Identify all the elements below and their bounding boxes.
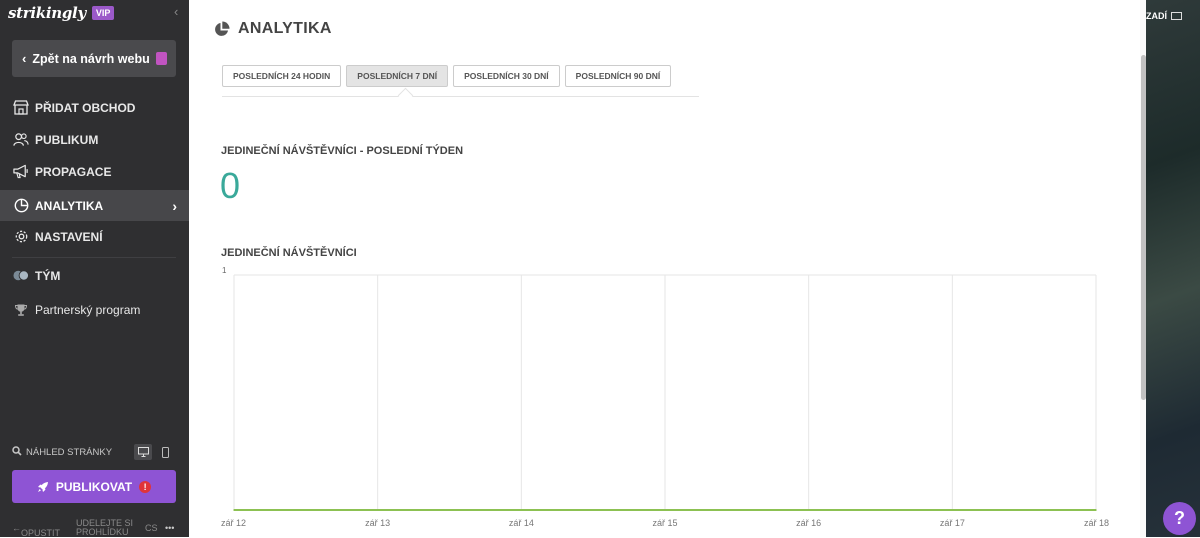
sidebar-item-promotion[interactable]: PROPAGACE [0, 156, 189, 187]
tab-last-24-hours[interactable]: POSLEDNÍCH 24 HODIN [222, 65, 342, 87]
weekly-visitors-label: JEDINEČNÍ NÁVŠTĚVNÍCI - POSLEDNÍ TÝDEN [221, 145, 464, 157]
rocket-icon [37, 481, 49, 493]
megaphone-icon [13, 164, 29, 180]
sidebar-item-add-store[interactable]: PŘIDAT OBCHOD [0, 92, 189, 123]
store-icon [13, 100, 29, 116]
pie-chart-icon [13, 198, 29, 214]
chart-title: JEDINEČNÍ NÁVŠTĚVNÍCI [221, 247, 357, 259]
x-tick-label: zář 13 [365, 518, 390, 528]
x-tick-label: zář 15 [652, 518, 677, 528]
image-icon [1171, 12, 1182, 20]
site-background-preview [1146, 0, 1200, 537]
publish-button[interactable]: PUBLIKOVAT ! [12, 470, 176, 503]
collapse-sidebar-icon[interactable]: ‹ [174, 4, 178, 19]
sidebar-item-label: TÝM [35, 268, 61, 283]
sidebar-item-label: PROPAGACE [35, 164, 112, 179]
page-title: ANALYTIKA [238, 20, 332, 37]
sidebar-item-label: NASTAVENÍ [35, 229, 103, 244]
chevron-left-icon: ‹ [22, 51, 27, 66]
logo[interactable]: strikingly [8, 4, 86, 22]
publish-label: PUBLIKOVAT [55, 479, 133, 494]
preview-label[interactable]: NÁHLED STRÁNKY [26, 447, 112, 458]
analytics-panel: ANALYTIKA POSLEDNÍCH 24 HODIN POSLEDNÍCH… [189, 0, 1146, 537]
mobile-preview-icon[interactable] [156, 444, 174, 460]
warning-badge-icon: ! [139, 480, 152, 493]
vip-badge: VIP [91, 6, 115, 20]
sidebar-item-label: PUBLIKUM [35, 132, 99, 147]
active-tab-caret [397, 87, 414, 104]
trophy-icon [13, 302, 29, 318]
gear-icon [13, 229, 29, 245]
chevron-right-icon: › [172, 197, 177, 214]
pie-chart-icon [213, 21, 230, 38]
page-badge-icon [155, 52, 167, 65]
language-switch[interactable]: CS [145, 523, 158, 533]
weekly-visitors-value: 0 [220, 165, 241, 206]
background-label: ZADÍ [1146, 11, 1167, 21]
tab-last-30-days[interactable]: POSLEDNÍCH 30 DNÍ [453, 65, 560, 87]
team-avatars-icon [13, 268, 29, 284]
sidebar: strikingly VIP ‹ ‹ Zpět na návrh webu PŘ… [0, 0, 189, 538]
exit-link[interactable]: ← OPUSTIT [12, 523, 60, 538]
page-header: ANALYTIKA [213, 20, 332, 38]
users-icon [13, 132, 29, 148]
tab-last-7-days[interactable]: POSLEDNÍCH 7 DNÍ [346, 65, 449, 87]
x-tick-label: zář 18 [1084, 518, 1109, 528]
visitors-line-chart: 1 zář 12 zář 13 zář 14 zář 15 zář 16 zář 17 zář… [221, 266, 1109, 528]
x-tick-label: zář 17 [940, 518, 965, 528]
tour-link[interactable]: UDĚLEJTE SI PROHLÍDKU [76, 519, 136, 536]
data-point [1095, 509, 1097, 511]
y-tick-label: 1 [222, 266, 227, 275]
more-menu-icon[interactable]: ••• [165, 523, 174, 533]
sidebar-item-team[interactable]: TÝM [0, 260, 189, 291]
sidebar-item-label: ANALYTIKA [35, 198, 104, 213]
desktop-preview-icon[interactable] [134, 444, 152, 460]
x-tick-label: zář 14 [509, 518, 534, 528]
page-preview-row: NÁHLED STRÁNKY [12, 444, 176, 460]
data-point [376, 509, 379, 511]
logo-row: strikingly VIP [8, 3, 115, 23]
help-button[interactable]: ? [1163, 502, 1196, 535]
sidebar-item-label: PŘIDAT OBCHOD [35, 100, 136, 115]
sidebar-item-audience[interactable]: PUBLIKUM [0, 124, 189, 155]
sidebar-item-partner-program[interactable]: Partnerský program [0, 294, 189, 325]
sidebar-item-label: Partnerský program [35, 302, 141, 317]
back-to-editor-button[interactable]: ‹ Zpět na návrh webu [12, 40, 176, 77]
sidebar-item-analytics[interactable]: ANALYTIKA › [0, 190, 189, 221]
sidebar-divider [12, 257, 176, 258]
data-point [807, 509, 810, 511]
background-button[interactable]: ZADÍ [1146, 11, 1182, 21]
search-icon [12, 445, 22, 459]
sidebar-footer: ← OPUSTIT UDĚLEJTE SI PROHLÍDKU CS ••• [0, 518, 189, 538]
tab-last-90-days[interactable]: POSLEDNÍCH 90 DNÍ [564, 65, 672, 87]
x-tick-label: zář 16 [796, 518, 821, 528]
sidebar-item-settings[interactable]: NASTAVENÍ [0, 221, 189, 252]
data-point [664, 509, 666, 511]
data-point [233, 509, 235, 511]
x-tick-label: zář 12 [221, 518, 246, 528]
tab-underline [222, 96, 699, 97]
time-range-tabs: POSLEDNÍCH 24 HODIN POSLEDNÍCH 7 DNÍ POS… [222, 65, 672, 87]
back-button-label: Zpět na návrh webu [32, 51, 150, 66]
data-point [520, 509, 523, 511]
data-point [951, 509, 954, 511]
